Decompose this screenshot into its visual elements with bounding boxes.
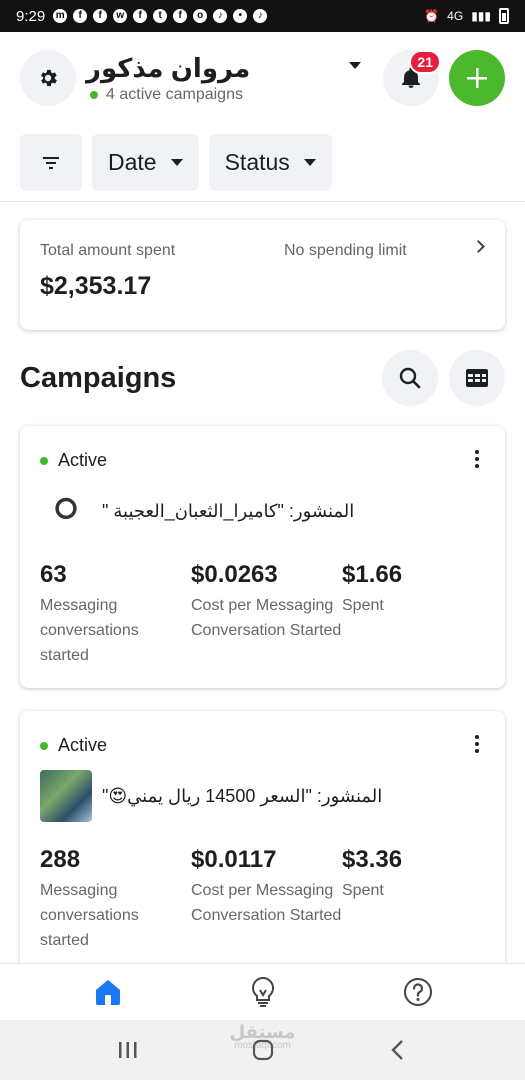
account-selector[interactable]: مروان مذكور 4 active campaigns	[86, 53, 349, 104]
notification-icons: m f f w f t f o ♪ • ♪	[53, 9, 268, 23]
spending-limit-text: No spending limit	[284, 242, 407, 259]
messenger-icon: m	[53, 9, 68, 23]
facebook-icon: f	[173, 9, 188, 23]
filter-icon	[43, 156, 59, 169]
battery-icon	[499, 8, 509, 24]
gear-icon	[41, 69, 57, 87]
metric-value: $1.66	[342, 561, 403, 588]
more-options-button[interactable]	[475, 735, 479, 753]
metric-label: Spent	[342, 597, 384, 614]
metric-spent: $1.66 Spent	[342, 561, 493, 668]
telegram-icon: t	[153, 9, 168, 23]
metric-label: Cost per Messaging Conversation Started	[191, 882, 342, 924]
campaigns-title: Campaigns	[20, 361, 177, 394]
metric-label: Spent	[342, 882, 384, 899]
post-title: المنشور: "السعر 14500 ريال يمني😍"	[102, 785, 383, 806]
back-icon	[390, 1040, 403, 1060]
more-icon	[475, 735, 479, 739]
home-system-button[interactable]	[243, 1030, 283, 1070]
more-icon	[475, 450, 479, 454]
metric-label: Messaging conversations started	[40, 882, 139, 949]
total-spent-label: Total amount spent	[40, 242, 176, 259]
notifications-button[interactable]: 21	[383, 50, 441, 106]
post-thumbnail	[40, 485, 92, 537]
status-bar: 9:29 m f f w f t f o ♪ • ♪ ⏰ 4G ▮▮▮	[0, 0, 525, 32]
metric-conversations: 288 Messaging conversations started	[40, 846, 191, 953]
network-type: 4G	[447, 9, 464, 23]
recent-apps-button[interactable]	[108, 1030, 148, 1070]
search-button[interactable]	[382, 350, 438, 406]
account-dropdown-icon[interactable]	[349, 61, 361, 69]
screen-record-icon: o	[193, 9, 208, 23]
home-circle-icon	[252, 1039, 273, 1061]
metric-cost-per-conversation: $0.0263 Cost per Messaging Conversation …	[191, 561, 342, 668]
status-filter-label: Status	[224, 149, 290, 175]
active-dot	[90, 90, 98, 99]
nav-insights[interactable]	[233, 967, 293, 1017]
notification-badge: 21	[409, 50, 441, 74]
recent-apps-icon	[118, 1042, 136, 1058]
metric-value: $0.0263	[191, 561, 278, 588]
metric-value: $3.36	[342, 846, 403, 873]
facebook-icon: f	[93, 9, 108, 23]
back-button[interactable]	[378, 1030, 418, 1070]
active-dot	[40, 741, 48, 750]
facebook-icon: f	[73, 9, 88, 23]
metric-conversations: 63 Messaging conversations started	[40, 561, 191, 668]
metric-label: Cost per Messaging Conversation Started	[191, 597, 342, 639]
nav-help[interactable]	[388, 967, 448, 1017]
table-view-button[interactable]	[449, 350, 505, 406]
metric-value: 288	[40, 846, 81, 873]
metric-value: 63	[40, 561, 67, 588]
settings-button[interactable]	[20, 50, 76, 106]
active-dot	[40, 456, 48, 465]
bottom-navigation	[0, 963, 525, 1020]
account-name: مروان مذكور	[86, 52, 251, 83]
chevron-down-icon	[170, 159, 183, 166]
tiktok-icon: ♪	[253, 9, 268, 23]
post-title: المنشور: "كاميرا_الثعبان_العجيبة "	[102, 500, 355, 521]
campaigns-header: Campaigns	[0, 330, 525, 426]
status-time: 9:29	[16, 7, 46, 25]
alarm-icon: ⏰	[424, 9, 440, 23]
filter-button[interactable]	[20, 134, 82, 191]
home-icon	[95, 980, 120, 1005]
campaign-card[interactable]: Active المنشور: "كاميرا_الثعبان_العجيبة …	[20, 426, 505, 688]
facebook-icon: f	[133, 9, 148, 23]
spending-summary-card[interactable]: Total amount spent No spending limit $2,…	[20, 220, 505, 330]
post-thumbnail	[40, 770, 92, 822]
campaign-card[interactable]: Active المنشور: "السعر 14500 ريال يمني😍"…	[20, 711, 505, 973]
campaign-status: Active	[58, 735, 108, 755]
chevron-down-icon	[303, 159, 316, 166]
nav-home[interactable]	[78, 967, 138, 1017]
total-spent-amount: $2,353.17	[40, 272, 152, 300]
filter-bar: Date Status	[0, 124, 525, 202]
create-campaign-button[interactable]	[449, 50, 505, 106]
metric-value: $0.0117	[191, 846, 277, 873]
plus-icon	[467, 68, 487, 88]
search-icon	[399, 367, 421, 389]
whatsapp-icon: w	[113, 9, 128, 23]
more-options-button[interactable]	[475, 450, 479, 468]
metric-label: Messaging conversations started	[40, 597, 139, 664]
date-filter-dropdown[interactable]: Date	[92, 134, 199, 191]
tiktok-icon: ♪	[213, 9, 228, 23]
campaign-status: Active	[58, 450, 108, 470]
metric-spent: $3.36 Spent	[342, 846, 493, 953]
status-filter-dropdown[interactable]: Status	[208, 134, 332, 191]
app-icon: •	[233, 9, 248, 23]
metric-cost-per-conversation: $0.0117 Cost per Messaging Conversation …	[191, 846, 342, 953]
date-filter-label: Date	[108, 149, 157, 175]
lightbulb-icon	[251, 976, 274, 1007]
system-navigation	[0, 1020, 525, 1080]
signal-icon: ▮▮▮	[471, 9, 491, 23]
active-campaigns-count: 4 active campaigns	[106, 85, 243, 103]
header: مروان مذكور 4 active campaigns 21	[0, 32, 525, 124]
table-icon	[466, 369, 488, 387]
help-icon	[403, 978, 432, 1006]
